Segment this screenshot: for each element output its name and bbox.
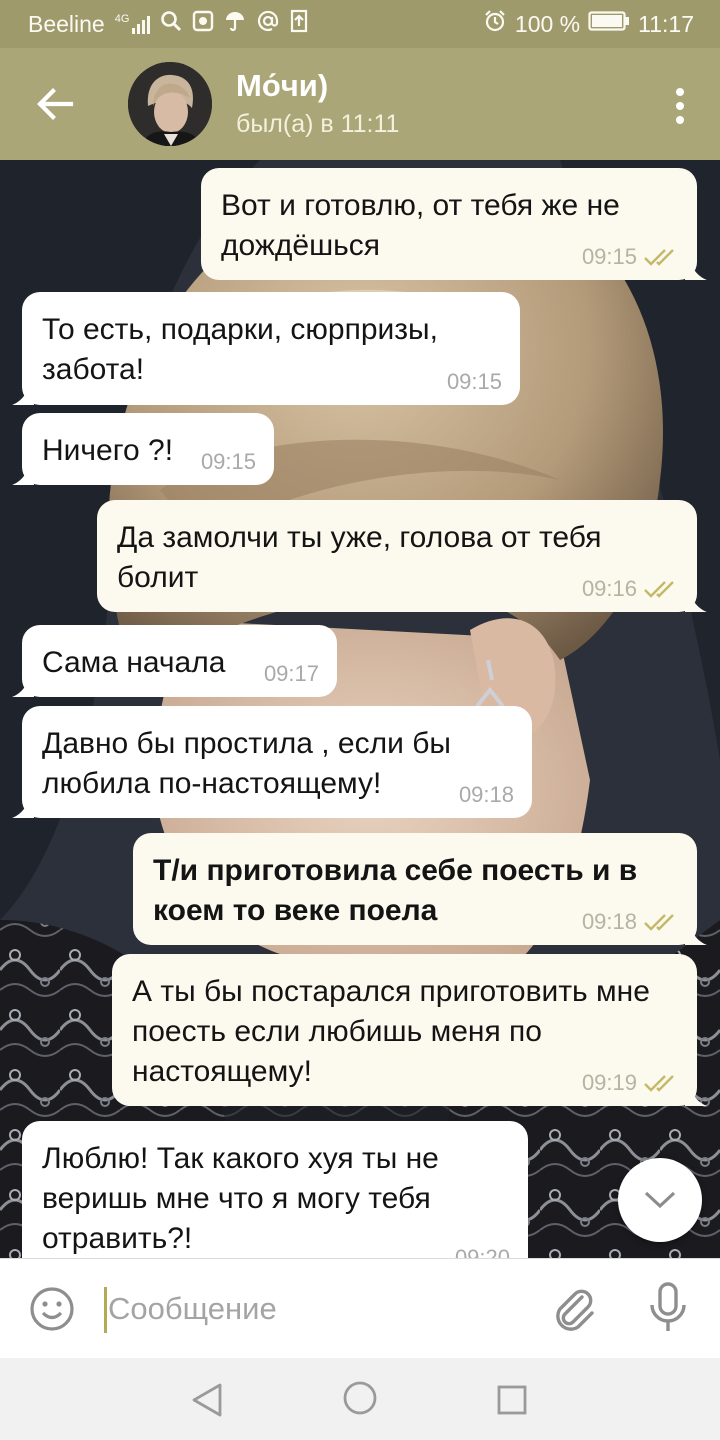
incoming-message[interactable]: То есть, подарки, сюрпризы, забота! 09:15	[12, 292, 520, 405]
bubble-tail	[12, 675, 34, 697]
chat-header: Мо́чи) был(а) в 11:11	[0, 48, 720, 160]
arrow-left-icon	[37, 88, 74, 120]
incoming-message[interactable]: Сама начала 09:17	[12, 625, 337, 697]
contact-name[interactable]: Мо́чи)	[236, 67, 399, 105]
microphone-icon[interactable]	[648, 1281, 688, 1340]
text-cursor	[104, 1287, 107, 1333]
back-button[interactable]	[0, 48, 110, 160]
last-seen-status: был(а) в 11:11	[236, 110, 400, 138]
message-time: 09:15	[446, 369, 502, 394]
battery-percent: 100 %	[514, 10, 581, 37]
message-meta: 09:15	[582, 246, 679, 268]
outgoing-message[interactable]: Т/и приготовила себе поесть и в коем то …	[133, 833, 707, 945]
message-time: 09:18	[581, 909, 637, 934]
battery-icon	[588, 10, 630, 38]
umbrella-icon	[224, 10, 246, 38]
avatar[interactable]	[128, 62, 212, 146]
bubble-tail	[685, 258, 707, 280]
outgoing-message[interactable]: Да замолчи ты уже, голова от тебя болит 0…	[97, 500, 707, 612]
nav-back-icon[interactable]	[190, 1382, 224, 1423]
double-check-icon	[644, 249, 674, 266]
message-meta: 09:19	[582, 1072, 679, 1094]
message-text: То есть, подарки, сюрпризы, забота!	[42, 313, 438, 386]
nav-home-icon[interactable]	[342, 1380, 378, 1421]
message-text: Давно бы простила , если бы любила по-на…	[42, 727, 451, 800]
incoming-message[interactable]: Ничего ?! 09:15	[12, 413, 274, 485]
message-time: 09:15	[581, 244, 637, 269]
bubble-tail	[12, 796, 34, 818]
system-navigation-bar	[0, 1358, 720, 1440]
double-check-icon	[644, 1075, 674, 1092]
scroll-down-button[interactable]	[618, 1158, 702, 1242]
message-meta: 09:18	[459, 784, 514, 806]
alarm-icon	[483, 9, 507, 39]
at-icon	[256, 9, 280, 39]
message-meta: 09:15	[447, 371, 502, 393]
outgoing-message[interactable]: Вот и готовлю, от тебя же не дождёшься 09…	[201, 168, 707, 280]
message-time: 09:17	[263, 661, 319, 686]
bubble-tail	[12, 463, 34, 485]
bubble-tail	[12, 383, 34, 405]
message-text: Люблю! Так какого хуя ты не веришь мне ч…	[42, 1142, 439, 1255]
gallery-icon	[192, 10, 214, 38]
incoming-message[interactable]: Давно бы простила , если бы любила по-на…	[12, 706, 532, 818]
double-check-icon	[644, 914, 674, 931]
network-type: 4G	[114, 13, 130, 25]
search-icon	[160, 10, 182, 38]
chevron-down-icon	[644, 1191, 676, 1209]
message-input[interactable]	[108, 1281, 528, 1337]
more-options-icon[interactable]	[670, 86, 690, 126]
message-meta: 09:15	[201, 451, 256, 473]
message-meta: 09:17	[264, 663, 319, 685]
incoming-message[interactable]: Люблю! Так какого хуя ты не веришь мне ч…	[22, 1121, 528, 1281]
signal-icon: 4G	[115, 14, 151, 34]
status-bar: Beeline 4G 100 % 11:17	[0, 0, 720, 48]
clock: 11:17	[638, 10, 694, 37]
bubble-tail	[685, 923, 707, 945]
double-check-icon	[644, 581, 674, 598]
message-composer	[0, 1258, 720, 1358]
emoji-icon[interactable]	[28, 1285, 76, 1338]
message-time: 09:19	[581, 1070, 637, 1095]
carrier-name: Beeline	[28, 10, 105, 37]
bubble-tail	[685, 1084, 707, 1106]
paperclip-icon[interactable]	[552, 1283, 598, 1340]
nav-recent-apps-icon[interactable]	[496, 1384, 528, 1421]
message-meta: 09:16	[582, 578, 679, 600]
outgoing-message[interactable]: А ты бы постарался приготовить мне поест…	[112, 954, 707, 1106]
upload-icon	[290, 9, 308, 39]
message-time: 09:18	[458, 782, 514, 807]
message-meta: 09:18	[582, 911, 679, 933]
message-time: 09:16	[581, 576, 637, 601]
message-time: 09:15	[200, 449, 256, 474]
bubble-tail	[685, 590, 707, 612]
